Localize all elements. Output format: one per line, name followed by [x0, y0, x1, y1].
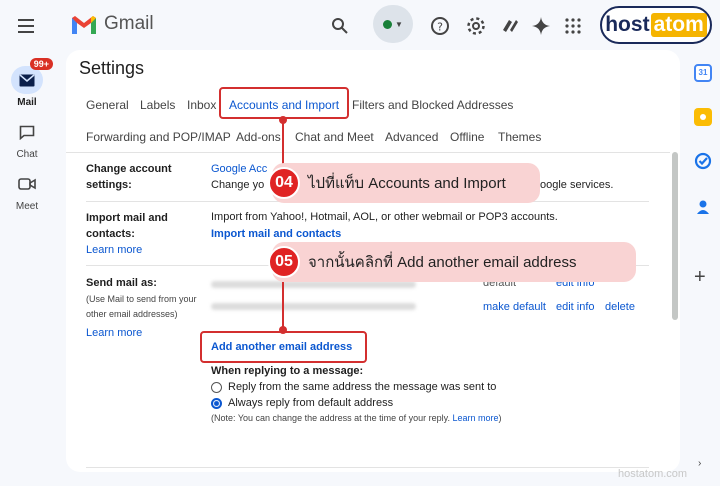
change-account-desc: Change yo [211, 179, 265, 191]
highlight-add-email [200, 331, 367, 363]
contacts-icon[interactable] [694, 198, 712, 216]
delete-link[interactable]: delete [605, 301, 635, 313]
tab-inbox[interactable]: Inbox [187, 98, 216, 112]
reply-heading: When replying to a message: [211, 365, 364, 377]
gmail-logo-icon [72, 16, 96, 34]
rail-mail-label: Mail [17, 97, 37, 108]
highlight-accounts-tab [219, 87, 349, 119]
app-name: Gmail [104, 13, 154, 34]
tab-add-ons[interactable]: Add-ons [236, 130, 281, 144]
tab-forwarding[interactable]: Forwarding and POP/IMAP [86, 130, 231, 144]
send-as-sub: (Use Mail to send from your other email … [86, 294, 197, 319]
callout-dot-05 [279, 326, 287, 334]
rail-chat-label: Chat [16, 149, 38, 160]
make-default-link[interactable]: make default [483, 301, 546, 313]
watermark: hostatom.com [618, 468, 688, 480]
tab-themes[interactable]: Themes [498, 130, 541, 144]
import-learn-more-link[interactable]: Learn more [86, 244, 142, 256]
tab-labels[interactable]: Labels [140, 98, 175, 112]
scrollbar[interactable] [672, 152, 678, 320]
gemini-sparkle-icon[interactable] [527, 12, 555, 40]
tabs-divider [66, 152, 670, 153]
logo-part-atom: atom [650, 13, 707, 37]
step-badge-04: 04 [268, 167, 300, 199]
unread-badge: 99+ [29, 58, 53, 70]
tab-filters[interactable]: Filters and Blocked Addresses [352, 98, 513, 112]
callout-connector-05 [282, 282, 284, 332]
mail-icon: 99+ [11, 58, 53, 94]
import-desc: Import from Yahoo!, Hotmail, AOL, or oth… [211, 211, 558, 223]
logo-part-host: host [605, 13, 650, 36]
tab-advanced[interactable]: Advanced [385, 130, 438, 144]
import-label: Import mail and contacts: [86, 212, 168, 240]
rail-meet[interactable]: Meet [6, 170, 48, 212]
reply-note: (Note: You can change the address at the… [211, 413, 502, 423]
section-divider [86, 467, 649, 468]
reply-note-text: (Note: You can change the address at the… [211, 413, 450, 423]
reply-option-default-label: Always reply from default address [228, 397, 394, 409]
edit-info-link-2[interactable]: edit info [556, 301, 595, 313]
help-icon[interactable]: ? [426, 12, 454, 40]
radio-same-address[interactable] [211, 381, 222, 393]
svg-text:?: ? [437, 21, 443, 34]
expand-panel-icon[interactable]: › [698, 458, 701, 469]
reply-note-end: ) [498, 413, 502, 423]
callout-04: 04 ไปที่แท็บ Accounts and Import [268, 163, 540, 203]
import-mail-link[interactable]: Import mail and contacts [211, 228, 341, 240]
meet-icon [11, 170, 43, 198]
page-title: Settings [79, 58, 145, 78]
tab-chat-and-meet[interactable]: Chat and Meet [295, 130, 374, 144]
active-status-icon [383, 19, 393, 29]
tabs-row-2: Forwarding and POP/IMAP Add-ons Chat and… [86, 130, 566, 146]
calendar-icon[interactable]: 31 [694, 64, 712, 82]
change-account-desc-end: oogle services. [540, 179, 614, 191]
gear-icon[interactable] [462, 12, 490, 40]
keep-icon[interactable] [694, 108, 712, 126]
tab-offline[interactable]: Offline [450, 130, 484, 144]
callout-04-text: ไปที่แท็บ Accounts and Import [308, 175, 506, 192]
send-as-learn-more-link[interactable]: Learn more [86, 327, 142, 339]
callout-05: 05 จากนั้นคลิกที่ Add another email addr… [268, 242, 636, 282]
search-icon[interactable] [326, 12, 354, 40]
google-account-link[interactable]: Google Acc [211, 163, 267, 175]
apps-grid-icon[interactable] [559, 12, 587, 40]
add-addon-icon[interactable]: + [694, 266, 706, 289]
tab-general[interactable]: General [86, 98, 129, 112]
reply-option-same[interactable]: Reply from the same address the message … [211, 381, 496, 393]
send-as-label: Send mail as: [86, 277, 157, 289]
redacted-address-2 [211, 303, 416, 310]
apps-script-icon[interactable] [496, 12, 524, 40]
tasks-icon[interactable] [694, 152, 712, 170]
redacted-address-1 [211, 281, 416, 288]
hostatom-logo: host atom [600, 6, 712, 44]
status-selector[interactable]: ▼ [373, 5, 413, 43]
rail-mail[interactable]: 99+ Mail [6, 58, 53, 108]
main-menu-button[interactable] [14, 14, 38, 38]
rail-meet-label: Meet [15, 201, 39, 212]
step-badge-05: 05 [268, 246, 300, 278]
change-account-label: Change account settings: [86, 163, 172, 191]
reply-option-default[interactable]: Always reply from default address [211, 397, 393, 409]
reply-note-learn-more-link[interactable]: Learn more [453, 413, 499, 423]
rail-chat[interactable]: Chat [6, 118, 48, 160]
radio-default-address[interactable] [211, 397, 222, 409]
chevron-down-icon: ▼ [395, 19, 403, 29]
callout-dot-04 [279, 116, 287, 124]
callout-05-text: จากนั้นคลิกที่ Add another email address [308, 254, 577, 271]
reply-option-same-label: Reply from the same address the message … [228, 381, 497, 393]
chat-icon [11, 118, 43, 146]
